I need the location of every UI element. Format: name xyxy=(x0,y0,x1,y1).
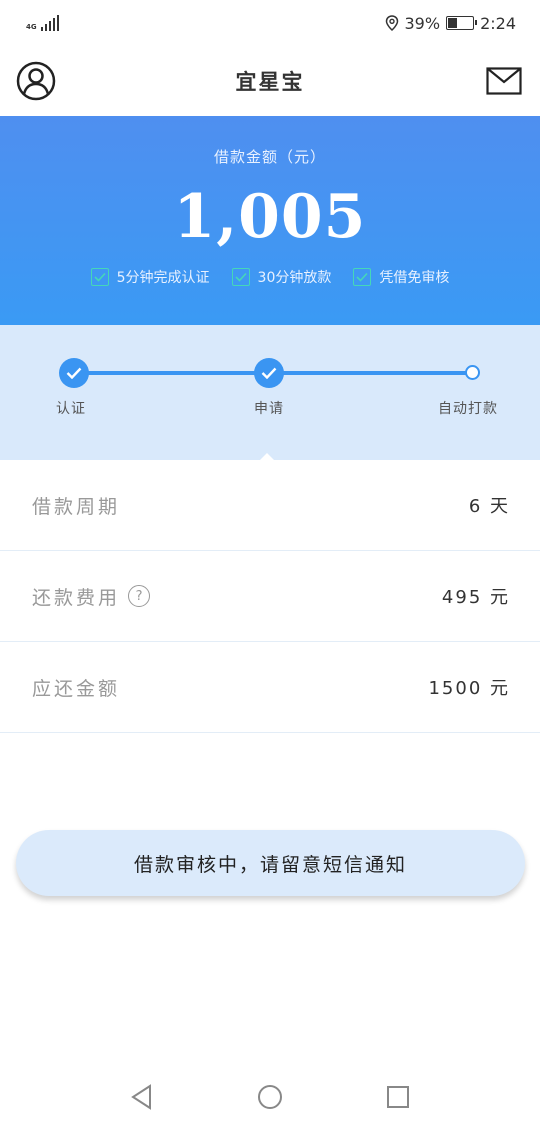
network-type: 4G xyxy=(26,23,37,31)
detail-row-due: 应还金额 1500 元 xyxy=(0,642,540,733)
detail-label: 借款周期 xyxy=(32,495,121,518)
detail-label: 应还金额 xyxy=(32,677,121,700)
page-title: 宜星宝 xyxy=(235,70,305,94)
feature-item: 30分钟放款 xyxy=(231,267,332,287)
battery-icon xyxy=(446,16,478,30)
feature-text: 凭借免审核 xyxy=(379,270,450,286)
recents-square-icon xyxy=(387,1086,409,1108)
app-header: 宜星宝 xyxy=(0,46,540,116)
mail-icon xyxy=(486,67,522,95)
back-triangle-icon xyxy=(131,1084,151,1110)
step-label-apply: 申请 xyxy=(254,401,284,417)
detail-row-fee: 还款费用 ? 495 元 xyxy=(0,551,540,642)
step-pending-icon xyxy=(465,365,480,380)
nav-back-button[interactable] xyxy=(126,1081,158,1113)
signal-icon xyxy=(40,15,59,31)
checkbox-icon xyxy=(90,268,109,286)
detail-row-period: 借款周期 6 天 xyxy=(0,460,540,551)
step-done-icon xyxy=(254,358,284,388)
feature-list: 5分钟完成认证 30分钟放款 凭借免审核 xyxy=(0,267,540,287)
checkbox-icon xyxy=(231,268,250,286)
loan-progress: 认证 申请 自动打款 xyxy=(0,325,540,461)
nav-home-button[interactable] xyxy=(254,1081,286,1113)
messages-button[interactable] xyxy=(484,61,524,101)
feature-item: 凭借免审核 xyxy=(353,267,449,287)
loan-amount-value: 1,005 xyxy=(173,182,367,252)
nav-recents-button[interactable] xyxy=(382,1081,414,1113)
home-circle-icon xyxy=(258,1085,282,1109)
step-label-verify: 认证 xyxy=(56,401,86,417)
user-avatar-icon xyxy=(16,61,56,101)
loan-amount-label: 借款金额（元） xyxy=(213,148,326,166)
location-icon xyxy=(385,15,398,31)
profile-button[interactable] xyxy=(16,61,56,101)
signal-indicator: 4G xyxy=(26,15,59,31)
status-right: 39% 2:24 xyxy=(385,13,516,33)
detail-value: 6 天 xyxy=(468,496,510,517)
system-nav-bar xyxy=(0,1072,540,1122)
feature-text: 30分钟放款 xyxy=(257,270,332,286)
feature-text: 5分钟完成认证 xyxy=(116,270,210,286)
loan-amount-banner: 借款金额（元） 1,005 5分钟完成认证 30分钟放款 凭借免审核 xyxy=(0,116,540,325)
review-status-button[interactable]: 借款审核中，请留意短信通知 xyxy=(16,830,525,896)
detail-value: 495 元 xyxy=(441,587,510,608)
feature-item: 5分钟完成认证 xyxy=(90,267,210,287)
detail-label: 还款费用 xyxy=(32,586,121,609)
step-done-icon xyxy=(59,358,89,388)
loan-details: 借款周期 6 天 还款费用 ? 495 元 应还金额 1500 元 xyxy=(0,460,540,733)
detail-label-wrap: 还款费用 ? xyxy=(32,583,151,610)
help-icon[interactable]: ? xyxy=(128,585,151,607)
clock: 2:24 xyxy=(480,13,516,33)
step-label-payout: 自动打款 xyxy=(438,401,498,417)
battery-fill xyxy=(448,18,458,28)
detail-value: 1500 元 xyxy=(428,678,510,699)
status-bar: 4G 39% 2:24 xyxy=(0,0,540,46)
battery-percent: 39% xyxy=(404,13,441,33)
checkbox-icon xyxy=(353,268,372,286)
